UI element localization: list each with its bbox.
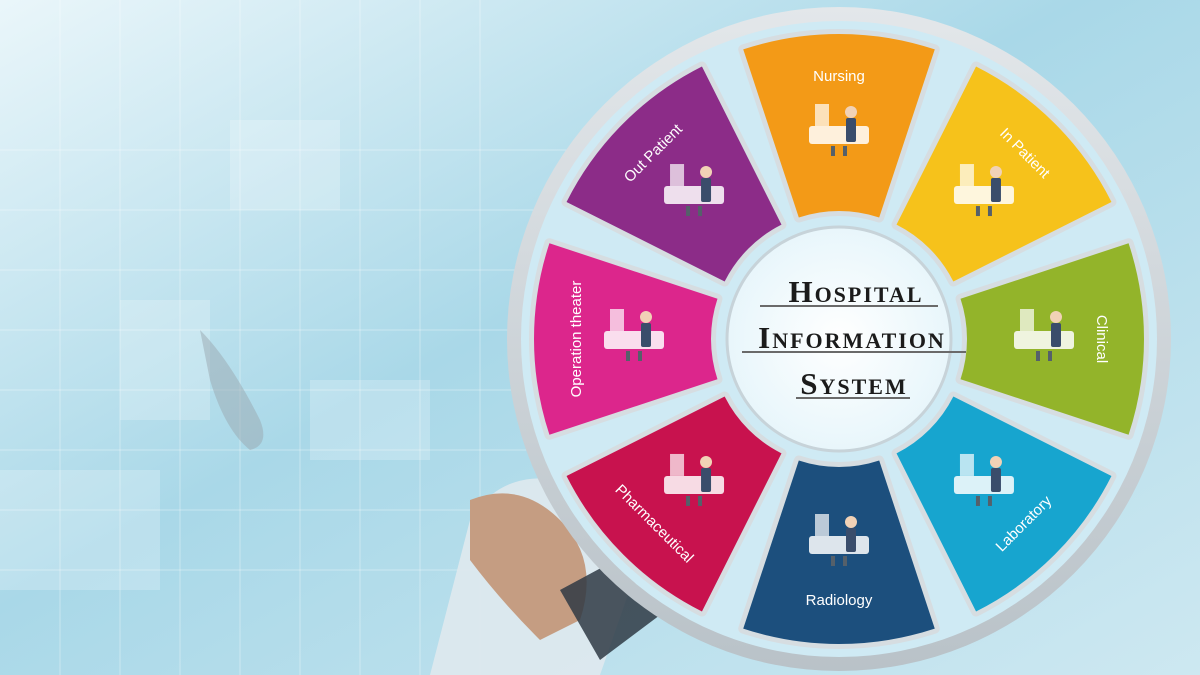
segment-label-nursing: Nursing — [813, 68, 865, 85]
title-line-information: Information — [758, 320, 946, 355]
segment-label-operation-theater: Operation theater — [568, 281, 585, 398]
title-line-system: System — [800, 366, 907, 401]
segment-label-clinical: Clinical — [1093, 315, 1110, 363]
title-line-hospital: Hospital — [788, 274, 923, 309]
hospital-information-system-graphic: NursingIn PatientClinicalLaboratoryRadio… — [0, 0, 1200, 675]
segment-label-radiology: Radiology — [806, 592, 873, 609]
